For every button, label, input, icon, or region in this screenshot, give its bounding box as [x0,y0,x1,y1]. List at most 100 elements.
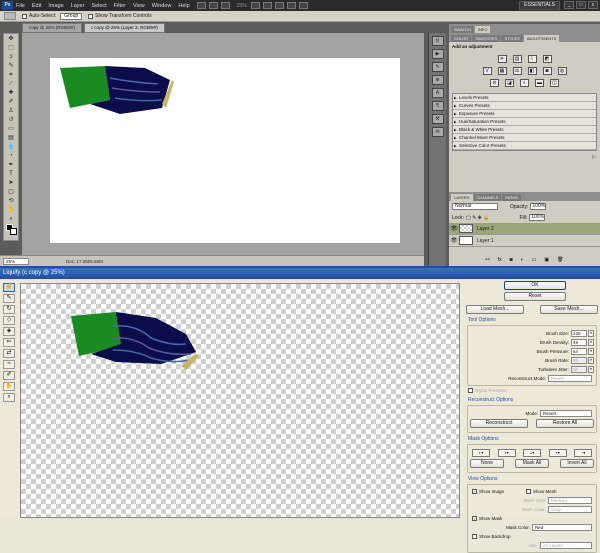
zoom-tool-icon[interactable] [262,2,272,9]
close-button[interactable]: x [588,1,598,9]
show-mask-checkbox[interactable]: ✓ [472,515,477,521]
menu-view[interactable]: View [133,3,145,9]
forward-warp-tool-icon[interactable]: ☝ [3,283,15,292]
zoom-tool-icon[interactable]: ⌕ [5,215,17,223]
ok-button[interactable]: OK [504,281,566,290]
status-zoom-field[interactable]: 25% [3,257,29,265]
selective-color-icon[interactable]: ◫ [550,79,559,87]
zoom-tool-icon[interactable]: ⌕ [3,393,15,402]
show-mesh-checkbox[interactable] [526,488,532,494]
tab-channels[interactable]: CHANNELS [473,194,502,201]
adjustment-layer-icon[interactable]: ◐ [521,257,524,266]
tab-adjustments[interactable]: ADJUSTMENTS [523,35,560,42]
document-canvas[interactable] [50,58,400,243]
stamp-tool-icon[interactable]: ♙ [5,107,17,115]
menu-edit[interactable]: Edit [32,3,41,9]
crop-tool-icon[interactable]: ⌗ [5,71,17,79]
vibrance-icon[interactable]: V [482,67,492,75]
brightness-icon[interactable]: ☀ [497,55,507,63]
add-to-selection-icon[interactable]: ◑▾ [497,449,516,457]
doc-tab-c-copy[interactable]: c copy @ 25% (Layer 2, RGB/8#) [83,23,165,33]
fill-input[interactable]: 100% [529,214,546,221]
menu-file[interactable]: File [16,3,25,9]
minimize-button[interactable]: _ [564,1,574,9]
preset-hue-saturation[interactable]: Hue/Saturation Presets [453,118,596,126]
new-layer-icon[interactable]: ▣ [544,257,549,266]
layer-style-icon[interactable]: fx [498,257,502,266]
eyedropper-tool-icon[interactable]: ∕ [5,80,17,88]
brush-pressure-spinner[interactable]: ▾ [588,347,594,355]
hand-tool-icon[interactable]: ✋ [3,382,15,391]
blend-mode-select[interactable]: Normal [452,203,498,210]
path-select-tool-icon[interactable]: ➤ [5,179,17,187]
brushes-panel-icon[interactable]: ✎ [431,62,444,72]
zoom-level-select[interactable]: 25% [237,3,247,9]
channel-mixer-icon[interactable]: ◍ [557,67,567,75]
workspace-switcher[interactable]: ESSENTIALS [519,1,560,10]
layer-row-layer-2[interactable]: 👁 Layer 2 [449,223,600,235]
healing-tool-icon[interactable]: ✚ [5,89,17,97]
move-tool-icon[interactable]: ✥ [5,35,17,43]
opacity-input[interactable]: 100% [530,203,547,210]
invert-all-button[interactable]: Invert All [560,459,594,468]
history-brush-icon[interactable]: ↺ [5,116,17,124]
tab-paths[interactable]: PATHS [502,194,522,201]
bridge-icon[interactable] [196,2,206,9]
preset-selective-color[interactable]: Selective Color Presets [453,142,596,150]
mode-select[interactable]: Revert [540,409,592,417]
auto-select-dropdown[interactable]: Group [60,12,83,20]
history-panel-icon[interactable]: ⏲ [431,36,444,46]
liquify-preview-canvas[interactable] [20,283,460,518]
brush-size-spinner[interactable]: ▾ [588,329,594,337]
menu-layer[interactable]: Layer [71,3,85,9]
marquee-tool-icon[interactable]: ⬚ [5,44,17,52]
menu-select[interactable]: Select [91,3,106,9]
trash-icon[interactable]: 🗑 [557,257,563,266]
maximize-button[interactable]: □ [576,1,586,9]
levels-icon[interactable]: ▥ [512,55,522,63]
reconstruct-tool-icon[interactable]: ✎ [3,294,15,303]
screen-mode-icon[interactable] [298,2,308,9]
curves-icon[interactable]: ⌇ [527,55,537,63]
freeze-mask-tool-icon[interactable]: ✐ [3,371,15,380]
paragraph-panel-icon[interactable]: ¶ [431,101,444,111]
black-white-icon[interactable]: ◧ [527,67,537,75]
group-icon[interactable]: ▭ [532,257,537,266]
view-extras-icon[interactable] [220,2,230,9]
tab-styles[interactable]: STYLES [501,35,523,42]
turbulence-tool-icon[interactable]: ≈ [3,360,15,369]
transform-controls-checkbox[interactable] [88,13,94,19]
show-image-checkbox[interactable]: ✓ [472,488,477,494]
mask-none-button[interactable]: None [470,459,504,468]
adjustments-footer-icon[interactable]: ⚐ [449,155,600,163]
bloat-tool-icon[interactable]: ◈ [3,327,15,336]
push-left-tool-icon[interactable]: ⇐ [3,338,15,347]
reconstruct-button[interactable]: Reconstruct [470,419,528,428]
posterize-icon[interactable]: ◪ [505,79,514,87]
blur-tool-icon[interactable]: 💧 [5,143,17,151]
clone-source-panel-icon[interactable]: ⊕ [431,75,444,85]
eraser-tool-icon[interactable]: ▭ [5,125,17,133]
load-mesh-button[interactable]: Load Mesh... [466,305,524,314]
menu-image[interactable]: Image [48,3,63,9]
exposure-icon[interactable]: ◩ [542,55,552,63]
eye-icon[interactable]: 👁 [449,237,459,244]
3d-tool-icon[interactable]: ⟲ [5,197,17,205]
save-mesh-button[interactable]: Save Mesh... [540,305,598,314]
restore-all-button[interactable]: Restore All [536,419,594,428]
preset-black-white[interactable]: Black & White Presets [453,126,596,134]
arrange-documents-icon[interactable] [286,2,296,9]
auto-select-checkbox[interactable] [22,13,27,19]
mask-all-button[interactable]: Mask All [515,459,549,468]
doc-tab-copy[interactable]: copy @ 25% (RGB/8#) [22,23,82,33]
preset-exposure[interactable]: Exposure Presets [453,110,596,118]
tab-layers[interactable]: LAYERS [451,194,473,201]
tab-swatches[interactable]: SWATCHES [472,35,501,42]
layer-row-layer-1[interactable]: 👁 Layer 1 [449,235,600,247]
invert-selection-icon[interactable]: ◔▾ [574,449,592,457]
character-panel-icon[interactable]: A [431,88,444,98]
preset-levels[interactable]: Levels Presets [453,94,596,102]
background-color-swatch[interactable] [10,228,17,235]
brush-density-input[interactable]: 49 [571,338,587,346]
hand-tool-icon[interactable]: ✋ [5,206,17,214]
